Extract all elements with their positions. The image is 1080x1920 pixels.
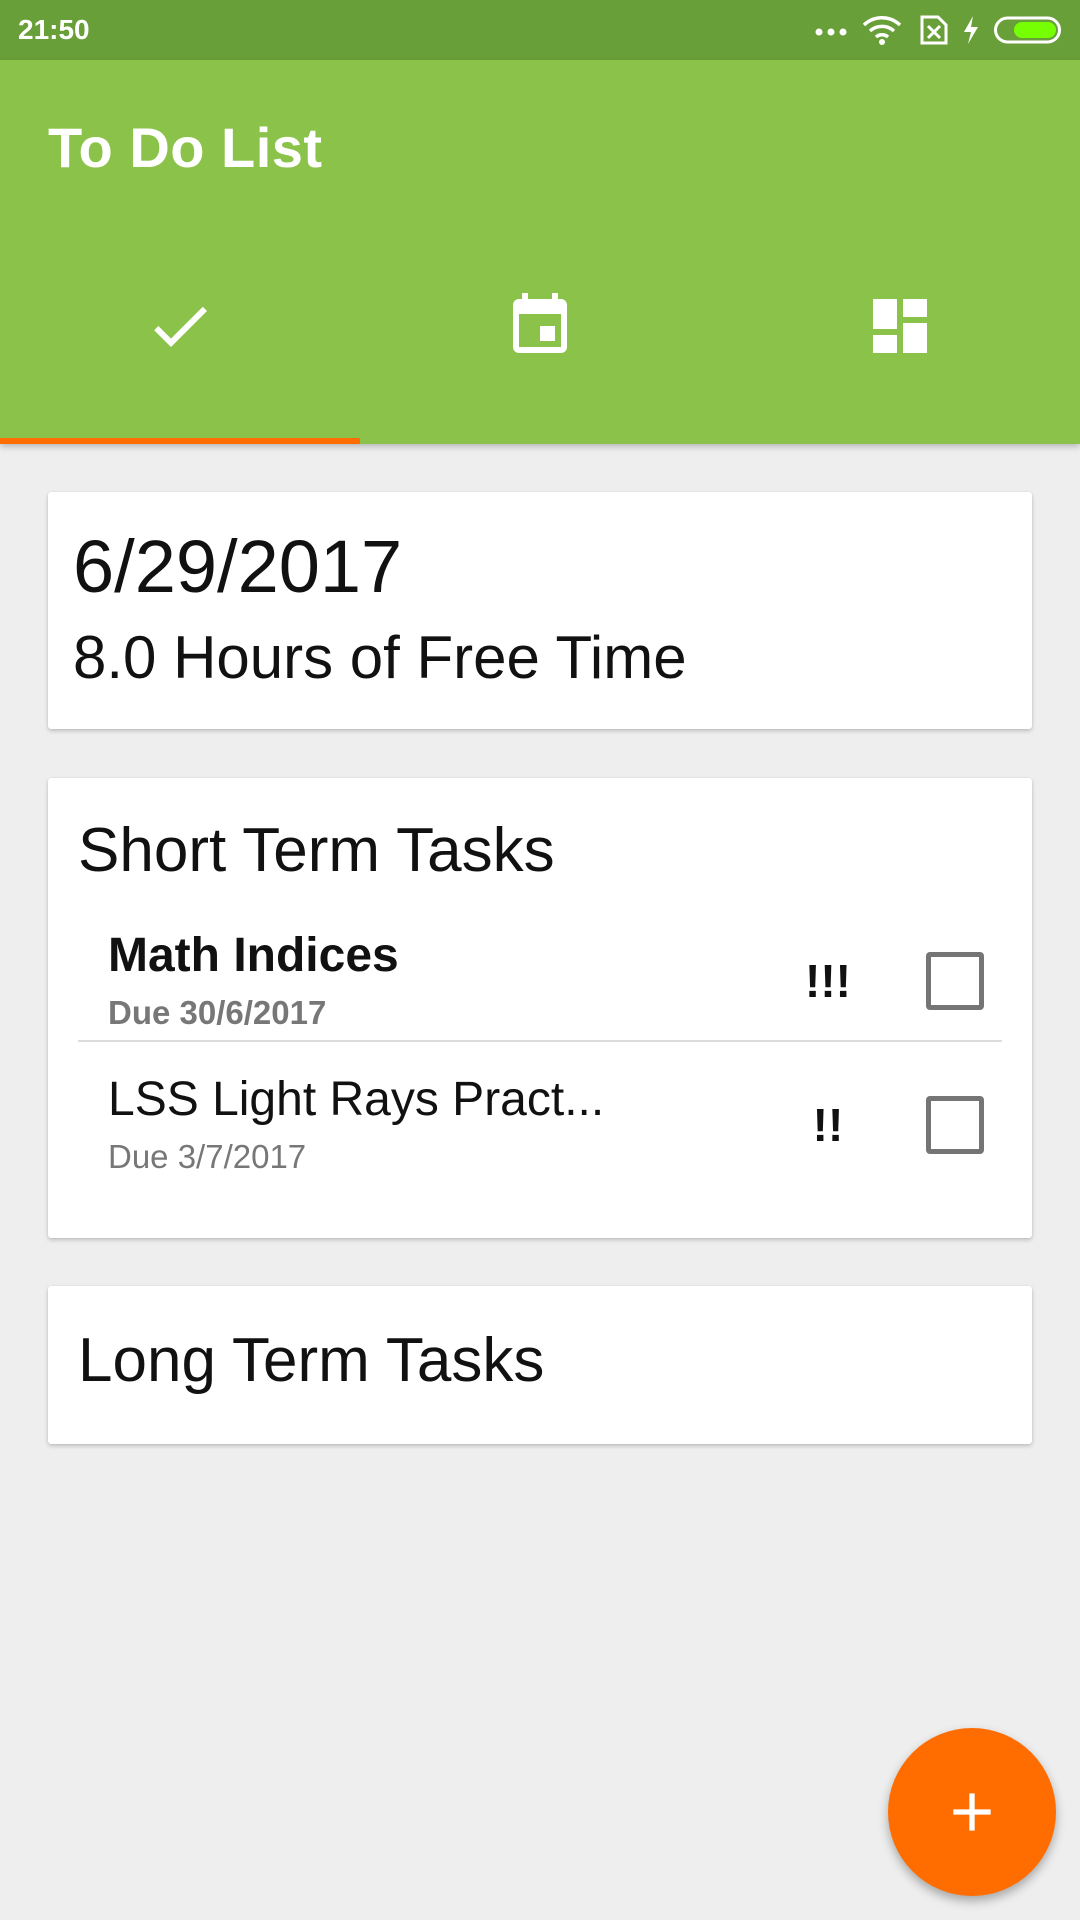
task-checkbox[interactable] <box>926 952 984 1010</box>
charging-bolt-icon <box>964 16 978 44</box>
status-time: 21:50 <box>18 14 90 45</box>
wifi-icon <box>862 16 902 45</box>
add-icon <box>953 1793 991 1831</box>
summary-card: 6/29/2017 8.0 Hours of Free Time <box>48 492 1032 729</box>
tab-calendar[interactable] <box>360 256 720 444</box>
dashboard-icon <box>873 299 927 353</box>
app-bar: To Do List <box>0 60 1080 444</box>
tab-bar <box>0 256 1080 444</box>
status-bar: 21:50 <box>0 0 1080 60</box>
battery-icon <box>994 16 1061 44</box>
task-title: LSS Light Rays Pract... <box>108 1073 605 1126</box>
task-priority: !!! <box>805 955 851 1007</box>
summary-date: 6/29/2017 <box>73 525 403 608</box>
task-row[interactable]: Math Indices Due 30/6/2017 !!! <box>78 922 1002 1042</box>
task-title: Math Indices <box>108 929 399 982</box>
app-title: To Do List <box>48 116 323 179</box>
tab-dashboard[interactable] <box>720 256 1080 444</box>
check-icon <box>154 306 207 347</box>
long-term-title: Long Term Tasks <box>78 1326 545 1395</box>
task-due-date: Due 3/7/2017 <box>108 1138 307 1175</box>
short-term-title: Short Term Tasks <box>78 816 555 885</box>
task-due-date: Due 30/6/2017 <box>108 994 327 1031</box>
long-term-card[interactable]: Long Term Tasks <box>48 1286 1032 1444</box>
short-term-task-list: Math Indices Due 30/6/2017 !!! LSS Light… <box>78 922 1002 1186</box>
task-row[interactable]: LSS Light Rays Pract... Due 3/7/2017 !! <box>78 1066 1002 1186</box>
task-checkbox[interactable] <box>926 1096 984 1154</box>
status-icons <box>814 14 1064 46</box>
tab-tasks[interactable] <box>0 256 360 444</box>
free-time-text: 8.0 Hours of Free Time <box>73 624 687 691</box>
more-dots-icon <box>815 28 847 36</box>
task-priority: !! <box>812 1099 844 1151</box>
add-task-button[interactable] <box>888 1728 1056 1896</box>
sim-off-icon <box>920 15 948 45</box>
calendar-event-icon <box>513 293 567 353</box>
short-term-card: Short Term Tasks Math Indices Due 30/6/2… <box>48 778 1032 1238</box>
